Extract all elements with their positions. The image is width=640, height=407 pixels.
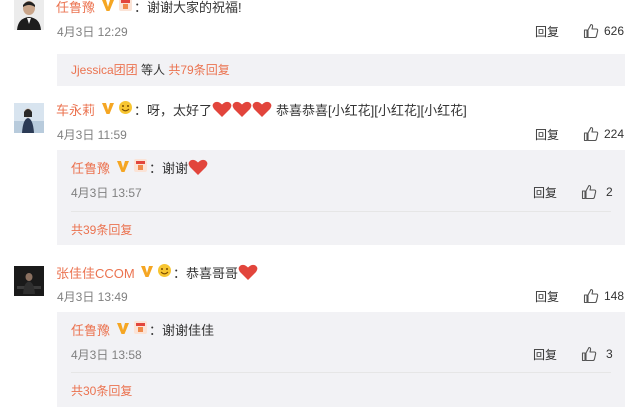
- commenter-name[interactable]: 任鲁豫: [56, 0, 95, 16]
- thumbs-up-icon: [581, 346, 597, 362]
- avatar[interactable]: [14, 266, 44, 296]
- like-count: 224: [604, 127, 625, 141]
- commenter-name[interactable]: 张佳佳CCOM: [56, 263, 135, 282]
- reply-summary-user[interactable]: Jjessica团团: [71, 63, 138, 77]
- comment-text: ：呀，太好了 恭喜恭喜[小红花][小红花][小红花]: [134, 100, 467, 119]
- sub-reply-name[interactable]: 任鲁豫: [71, 158, 110, 177]
- comment-text-part: ：恭喜哥哥: [173, 266, 239, 281]
- sub-reply-time: 4月3日 13:57: [71, 186, 142, 200]
- comment-text: ：恭喜哥哥: [173, 263, 258, 282]
- heart-emoji-icon: [252, 101, 272, 117]
- sub-reply-button[interactable]: 回复: [533, 346, 557, 363]
- sub-reply-text: ：谢谢佳佳: [149, 323, 215, 338]
- heart-emoji-icon: [212, 101, 232, 117]
- comment-text-part: ：呀，太好了: [134, 103, 213, 118]
- comment-text: ：谢谢大家的祝福!: [134, 0, 242, 15]
- heart-emoji-icon: [188, 159, 208, 175]
- reply-button[interactable]: 回复: [535, 288, 559, 305]
- reply-summary[interactable]: Jjessica团团 等人 共79条回复: [71, 61, 230, 78]
- sub-reply-text: ：谢谢: [149, 158, 208, 177]
- thumbs-up-icon: [583, 288, 599, 304]
- member-badge-icon: [119, 0, 132, 11]
- avatar[interactable]: [14, 103, 44, 133]
- thumbs-up-icon: [583, 23, 599, 39]
- commenter-name[interactable]: 车永莉: [56, 100, 95, 119]
- reply-summary-count[interactable]: 共79条回复: [168, 63, 229, 77]
- sub-reply-text-part: ：谢谢: [149, 161, 189, 176]
- sub-like-button[interactable]: 2: [581, 183, 613, 201]
- verified-v-icon: [117, 161, 129, 172]
- avatar[interactable]: [14, 0, 44, 30]
- heart-emoji-icon: [232, 101, 252, 117]
- like-count: 3: [606, 347, 613, 361]
- like-button[interactable]: 148: [583, 287, 624, 305]
- sub-reply-time: 4月3日 13:58: [71, 348, 142, 362]
- sub-reply-name[interactable]: 任鲁豫: [71, 320, 110, 339]
- comment-time: 4月3日 11:59: [57, 128, 127, 142]
- like-count: 2: [606, 185, 613, 199]
- like-button[interactable]: 626: [583, 22, 624, 40]
- thumbs-up-icon: [583, 126, 599, 142]
- comment-text-part: 恭喜恭喜[小红花][小红花][小红花]: [276, 103, 467, 118]
- comment-time: 4月3日 12:29: [57, 25, 128, 39]
- reply-button[interactable]: 回复: [535, 23, 559, 40]
- divider: [71, 211, 611, 212]
- like-count: 148: [604, 289, 625, 303]
- reply-button[interactable]: 回复: [535, 126, 559, 143]
- more-replies-link[interactable]: 共30条回复: [71, 382, 132, 399]
- divider: [71, 372, 611, 373]
- smiley-badge-icon: [119, 101, 132, 114]
- more-replies-link[interactable]: 共39条回复: [71, 221, 132, 238]
- like-count: 626: [604, 24, 625, 38]
- verified-v-icon: [102, 0, 114, 11]
- smiley-badge-icon: [158, 264, 171, 277]
- verified-v-icon: [141, 266, 153, 277]
- sub-reply-button[interactable]: 回复: [533, 184, 557, 201]
- member-badge-icon: [134, 321, 147, 334]
- verified-v-icon: [102, 103, 114, 114]
- sub-like-button[interactable]: 3: [581, 345, 613, 363]
- comment-time: 4月3日 13:49: [57, 290, 128, 304]
- heart-emoji-icon: [238, 264, 258, 280]
- verified-v-icon: [117, 323, 129, 334]
- thumbs-up-icon: [581, 184, 597, 200]
- reply-summary-mid: 等人: [137, 63, 169, 77]
- like-button[interactable]: 224: [583, 125, 624, 143]
- member-badge-icon: [134, 159, 147, 172]
